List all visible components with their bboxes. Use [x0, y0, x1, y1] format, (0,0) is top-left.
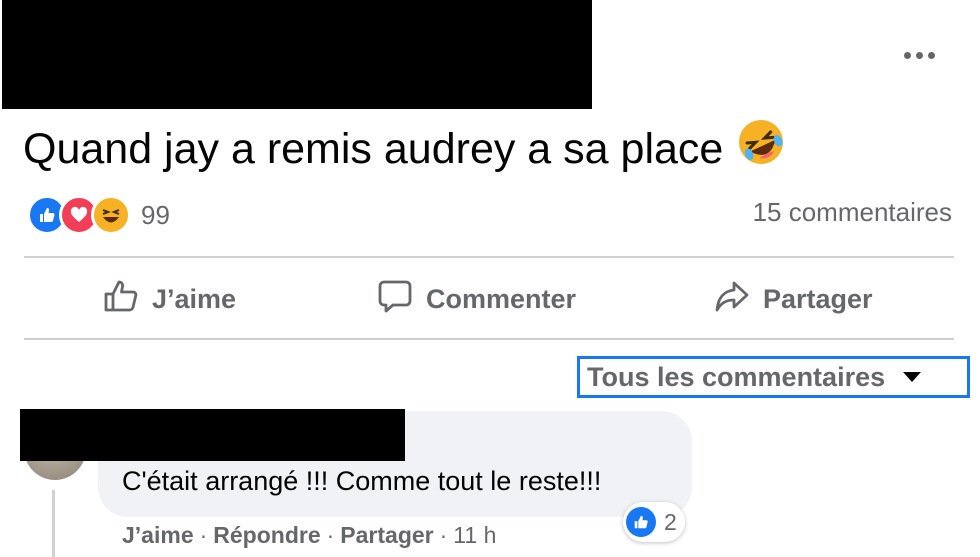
separator: ·: [326, 522, 335, 548]
post-text: Quand jay a remis audrey a sa place: [23, 118, 785, 180]
haha-icon: [91, 195, 131, 235]
like-label: J’aime: [152, 283, 237, 314]
sort-label: Tous les commentaires: [587, 361, 886, 392]
separator: ·: [439, 522, 448, 548]
comment-share-link[interactable]: Partager: [340, 522, 433, 548]
caret-down-icon: [903, 372, 922, 382]
share-label: Partager: [763, 283, 873, 314]
comment-like-link[interactable]: J’aime: [122, 522, 194, 548]
comment-like-count: 2: [664, 508, 677, 535]
like-icon: [626, 507, 656, 537]
more-dot-icon: [903, 51, 911, 59]
more-options-button[interactable]: [893, 40, 945, 70]
share-button[interactable]: Partager: [713, 278, 873, 320]
comment-timestamp[interactable]: 11 h: [453, 522, 496, 548]
more-dot-icon: [915, 51, 923, 59]
like-button[interactable]: J’aime: [102, 278, 236, 320]
share-arrow-icon: [713, 277, 751, 322]
comment-reaction-badge[interactable]: 2: [623, 502, 685, 542]
comments-count-link[interactable]: 15 commentaires: [753, 197, 952, 228]
rolling-laughing-emoji-icon: [737, 118, 785, 180]
comment-sort-dropdown[interactable]: Tous les commentaires: [577, 356, 970, 398]
redacted-commenter-name: [20, 409, 405, 461]
reactions-summary[interactable]: 99: [27, 195, 170, 235]
comment-button[interactable]: Commenter: [376, 278, 576, 320]
thread-line: [52, 490, 55, 557]
more-dot-icon: [927, 51, 935, 59]
reaction-count: 99: [141, 199, 170, 230]
post-text-content: Quand jay a remis audrey a sa place: [23, 125, 724, 173]
comment-reply-link[interactable]: Répondre: [213, 522, 320, 548]
divider: [24, 256, 954, 258]
speech-bubble-icon: [376, 277, 414, 322]
divider: [24, 338, 954, 340]
redacted-header: [2, 0, 592, 109]
comment-actions: J’aime · Répondre · Partager · 11 h: [122, 520, 496, 550]
separator: ·: [199, 522, 208, 548]
thumbs-up-icon: [102, 277, 140, 322]
comment-label: Commenter: [426, 283, 577, 314]
comment-text: C'était arrangé !!! Comme tout le reste!…: [122, 466, 602, 496]
